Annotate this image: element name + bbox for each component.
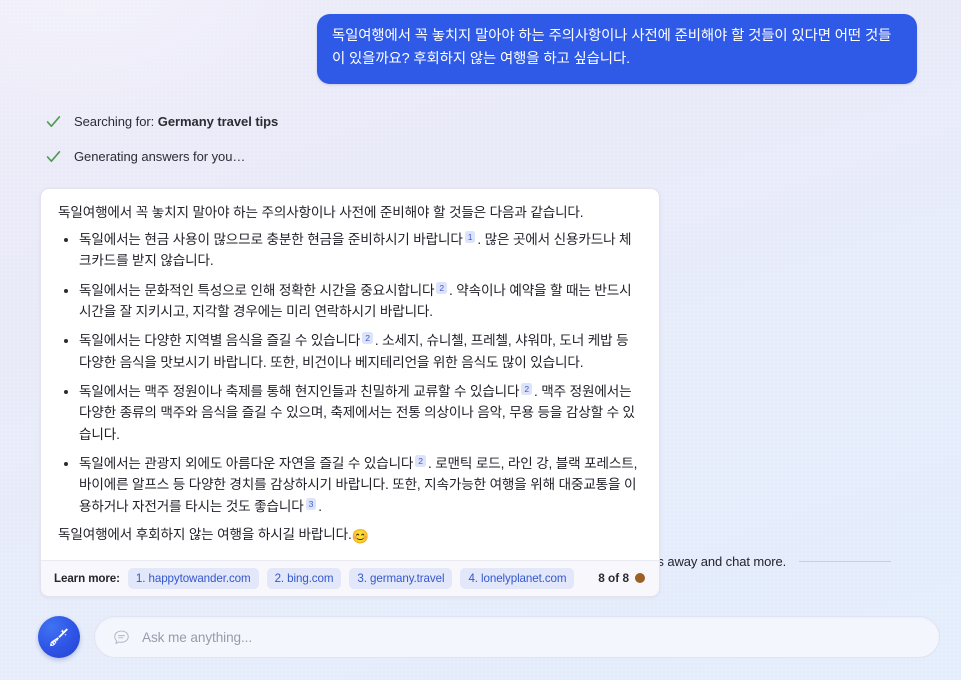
- status-step-searching: Searching for: Germany travel tips: [45, 107, 939, 137]
- chat-bubble-icon: [114, 630, 129, 644]
- answer-sources-footer: Learn more: 1. happytowander.com 2. bing…: [41, 559, 659, 596]
- smiley-face-icon: 😊: [351, 527, 369, 544]
- check-icon: [46, 116, 61, 128]
- broom-icon: [50, 628, 68, 647]
- source-link-4[interactable]: 4. lonelyplanet.com: [460, 567, 575, 589]
- status-step-list: Searching for: Germany travel tips Gener…: [45, 107, 939, 172]
- answer-intro-paragraph: 독일여행에서 꼭 놓치지 말아야 하는 주의사항이나 사전에 준비해야 할 것들…: [58, 204, 584, 220]
- list-item: 독일에서는 문화적인 특성으로 인해 정확한 시간을 중요시합니다 2. 약속이나…: [58, 280, 643, 323]
- citation-badge[interactable]: 2: [436, 281, 448, 294]
- chat-input-container[interactable]: [94, 616, 940, 658]
- status-step-label: Generating answers for you…: [74, 149, 246, 165]
- list-item: 독일에서는 다양한 지역별 음식을 즐길 수 있습니다 2. 소세지, 슈니첼, …: [58, 330, 643, 373]
- turn-counter-dot-icon: [635, 573, 645, 584]
- source-link-2[interactable]: 2. bing.com: [266, 567, 342, 589]
- status-step-generating: Generating answers for you…: [45, 142, 939, 172]
- turn-counter: 8 of 8: [598, 571, 647, 585]
- list-item: 독일에서는 현금 사용이 많으므로 충분한 현금을 준비하시기 바랍니다 1. 많…: [58, 229, 643, 272]
- conversation-scroll-region: 독일여행에서 꼭 놓치지 말아야 하는 주의사항이나 사전에 준비해야 할 것들…: [0, 0, 961, 597]
- user-message-bubble: 독일여행에서 꼭 놓치지 말아야 하는 주의사항이나 사전에 준비해야 할 것들…: [317, 14, 917, 84]
- answer-outro-text: 독일여행에서 후회하지 않는 여행을 하시길 바랍니다.: [58, 526, 352, 542]
- answer-bullet-list: 독일에서는 현금 사용이 많으므로 충분한 현금을 준비하시기 바랍니다 1. 많…: [58, 229, 643, 517]
- status-step-query: Germany travel tips: [157, 114, 279, 130]
- answer-outro-paragraph: 독일여행에서 후회하지 않는 여행을 하시길 바랍니다.😊: [58, 524, 643, 548]
- status-step-prefix: Searching for:: [74, 114, 158, 130]
- citation-badge[interactable]: 1: [464, 230, 476, 243]
- bullet-text-before: 독일에서는 다양한 지역별 음식을 즐길 수 있습니다: [79, 333, 361, 349]
- check-icon: [46, 151, 61, 163]
- bullet-text-before: 독일에서는 현금 사용이 많으므로 충분한 현금을 준비하시기 바랍니다: [79, 231, 463, 247]
- bullet-text-before: 독일에서는 맥주 정원이나 축제를 통해 현지인들과 친밀하게 교류할 수 있습…: [79, 383, 520, 399]
- turn-counter-label: 8 of 8: [598, 571, 629, 586]
- assistant-answer-card: 독일여행에서 꼭 놓치지 말아야 하는 주의사항이나 사전에 준비해야 할 것들…: [40, 187, 660, 597]
- status-step-label: Searching for: Germany travel tips: [74, 114, 278, 129]
- divider-right: [799, 560, 891, 562]
- broom-button[interactable]: [38, 616, 80, 658]
- source-link-1[interactable]: 1. happytowander.com: [127, 567, 259, 589]
- citation-badge[interactable]: 2: [521, 382, 533, 395]
- composer-bar: [0, 594, 961, 680]
- bullet-text-before: 독일에서는 관광지 외에도 아름다운 자연을 즐길 수 있습니다: [79, 455, 414, 471]
- citation-badge[interactable]: 2: [362, 332, 373, 345]
- citation-badge[interactable]: 2: [415, 454, 426, 467]
- answer-body: 독일여행에서 꼭 놓치지 말아야 하는 주의사항이나 사전에 준비해야 할 것들…: [41, 189, 659, 560]
- user-message-row: 독일여행에서 꼭 놓치지 말아야 하는 주의사항이나 사전에 준비해야 할 것들…: [40, 14, 939, 84]
- copilot-chat-app: 독일여행에서 꼭 놓치지 말아야 하는 주의사항이나 사전에 준비해야 할 것들…: [0, 0, 961, 680]
- bullet-text-end: .: [318, 498, 322, 514]
- citation-badge[interactable]: 3: [305, 497, 317, 510]
- chat-input[interactable]: [142, 629, 921, 645]
- bullet-text-before: 독일에서는 문화적인 특성으로 인해 정확한 시간을 중요시합니다: [79, 282, 435, 298]
- list-item: 독일에서는 맥주 정원이나 축제를 통해 현지인들과 친밀하게 교류할 수 있습…: [58, 381, 643, 445]
- learn-more-label: Learn more:: [54, 571, 120, 585]
- source-link-3[interactable]: 3. germany.travel: [349, 567, 453, 589]
- list-item: 독일에서는 관광지 외에도 아름다운 자연을 즐길 수 있습니다 2. 로맨틱 로…: [58, 453, 643, 517]
